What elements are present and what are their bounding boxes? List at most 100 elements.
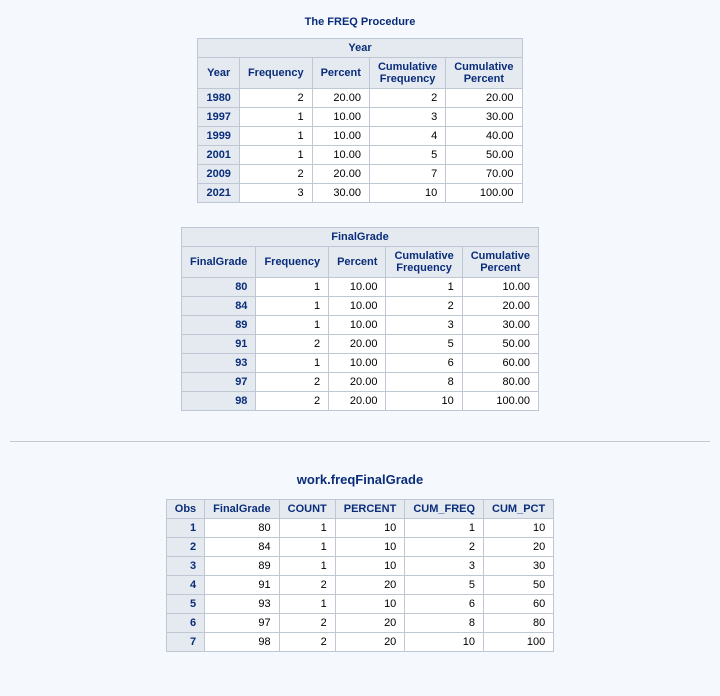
data-cell: 2 — [256, 373, 329, 392]
data-cell: 10.00 — [312, 108, 369, 127]
row-header-cell: 4 — [166, 576, 204, 595]
data-cell: 2 — [279, 576, 335, 595]
data-cell: 100.00 — [462, 392, 538, 411]
row-header-cell: 2001 — [198, 146, 239, 165]
row-header-cell: 1997 — [198, 108, 239, 127]
data-cell: 93 — [205, 595, 279, 614]
data-cell: 20 — [484, 538, 554, 557]
col-percent: PERCENT — [335, 500, 405, 519]
table-row: 2001110.00550.00 — [198, 146, 522, 165]
row-header-cell: 2021 — [198, 184, 239, 203]
ds-body: 1801101102841102203891103304912205505931… — [166, 519, 553, 652]
col-cum-pct: CumulativePercent — [446, 58, 522, 89]
table-row: 389110330 — [166, 557, 553, 576]
data-cell: 10.00 — [329, 297, 386, 316]
table-row: 491220550 — [166, 576, 553, 595]
data-cell: 10 — [335, 519, 405, 538]
data-cell: 10 — [369, 184, 445, 203]
data-cell: 30 — [484, 557, 554, 576]
row-header-cell: 3 — [166, 557, 204, 576]
data-cell: 3 — [369, 108, 445, 127]
data-cell: 10.00 — [312, 146, 369, 165]
data-cell: 2 — [256, 335, 329, 354]
table-row: 697220880 — [166, 614, 553, 633]
table-row: 180110110 — [166, 519, 553, 538]
col-obs: Obs — [166, 500, 204, 519]
finalgrade-freq-table: FinalGrade FinalGrade Frequency Percent … — [181, 227, 539, 411]
data-cell: 5 — [386, 335, 462, 354]
data-cell: 89 — [205, 557, 279, 576]
row-header-cell: 80 — [181, 278, 255, 297]
data-cell: 30.00 — [446, 108, 522, 127]
data-cell: 1 — [239, 108, 312, 127]
data-cell: 1 — [256, 297, 329, 316]
data-cell: 80.00 — [462, 373, 538, 392]
data-cell: 1 — [256, 354, 329, 373]
data-cell: 3 — [405, 557, 484, 576]
proc-title: The FREQ Procedure — [0, 16, 720, 28]
col-percent: Percent — [329, 247, 386, 278]
year-header-row: Year Frequency Percent CumulativeFrequen… — [198, 58, 522, 89]
data-cell: 5 — [369, 146, 445, 165]
data-cell: 10 — [484, 519, 554, 538]
data-cell: 50 — [484, 576, 554, 595]
col-frequency: Frequency — [239, 58, 312, 89]
table-row: 93110.00660.00 — [181, 354, 538, 373]
data-cell: 4 — [369, 127, 445, 146]
table-row: 284110220 — [166, 538, 553, 557]
data-cell: 10.00 — [312, 127, 369, 146]
col-finalgrade: FinalGrade — [205, 500, 279, 519]
data-cell: 98 — [205, 633, 279, 652]
table-row: 1980220.00220.00 — [198, 89, 522, 108]
data-cell: 2 — [405, 538, 484, 557]
col-year: Year — [198, 58, 239, 89]
row-header-cell: 6 — [166, 614, 204, 633]
col-count: COUNT — [279, 500, 335, 519]
data-cell: 1 — [256, 278, 329, 297]
data-cell: 20 — [335, 633, 405, 652]
data-cell: 20.00 — [312, 165, 369, 184]
data-cell: 20.00 — [446, 89, 522, 108]
data-cell: 40.00 — [446, 127, 522, 146]
data-cell: 10 — [335, 538, 405, 557]
data-cell: 2 — [369, 89, 445, 108]
data-cell: 84 — [205, 538, 279, 557]
row-header-cell: 2 — [166, 538, 204, 557]
row-header-cell: 89 — [181, 316, 255, 335]
data-cell: 6 — [405, 595, 484, 614]
data-cell: 6 — [386, 354, 462, 373]
data-cell: 10.00 — [329, 354, 386, 373]
table-row: 84110.00220.00 — [181, 297, 538, 316]
data-cell: 20 — [335, 614, 405, 633]
dataset-title: work.freqFinalGrade — [0, 472, 720, 487]
data-cell: 7 — [369, 165, 445, 184]
section-divider — [10, 441, 710, 442]
data-cell: 2 — [239, 89, 312, 108]
table-row: 91220.00550.00 — [181, 335, 538, 354]
table-row: 79822010100 — [166, 633, 553, 652]
data-cell: 30.00 — [462, 316, 538, 335]
data-cell: 70.00 — [446, 165, 522, 184]
data-cell: 1 — [279, 538, 335, 557]
year-caption: Year — [198, 39, 522, 58]
data-cell: 1 — [279, 595, 335, 614]
row-header-cell: 5 — [166, 595, 204, 614]
row-header-cell: 1999 — [198, 127, 239, 146]
data-cell: 3 — [239, 184, 312, 203]
data-cell: 100.00 — [446, 184, 522, 203]
data-cell: 100 — [484, 633, 554, 652]
table-row: 2009220.00770.00 — [198, 165, 522, 184]
data-cell: 20.00 — [312, 89, 369, 108]
grade-header-row: FinalGrade Frequency Percent CumulativeF… — [181, 247, 538, 278]
col-cum-freq: CumulativeFrequency — [369, 58, 445, 89]
table-row: 1999110.00440.00 — [198, 127, 522, 146]
col-cum-pct: CumulativePercent — [462, 247, 538, 278]
data-cell: 30.00 — [312, 184, 369, 203]
table-row: 2021330.0010100.00 — [198, 184, 522, 203]
data-cell: 60.00 — [462, 354, 538, 373]
table-row: 593110660 — [166, 595, 553, 614]
data-cell: 60 — [484, 595, 554, 614]
table-row: 1997110.00330.00 — [198, 108, 522, 127]
table-row: 97220.00880.00 — [181, 373, 538, 392]
data-cell: 10 — [335, 595, 405, 614]
